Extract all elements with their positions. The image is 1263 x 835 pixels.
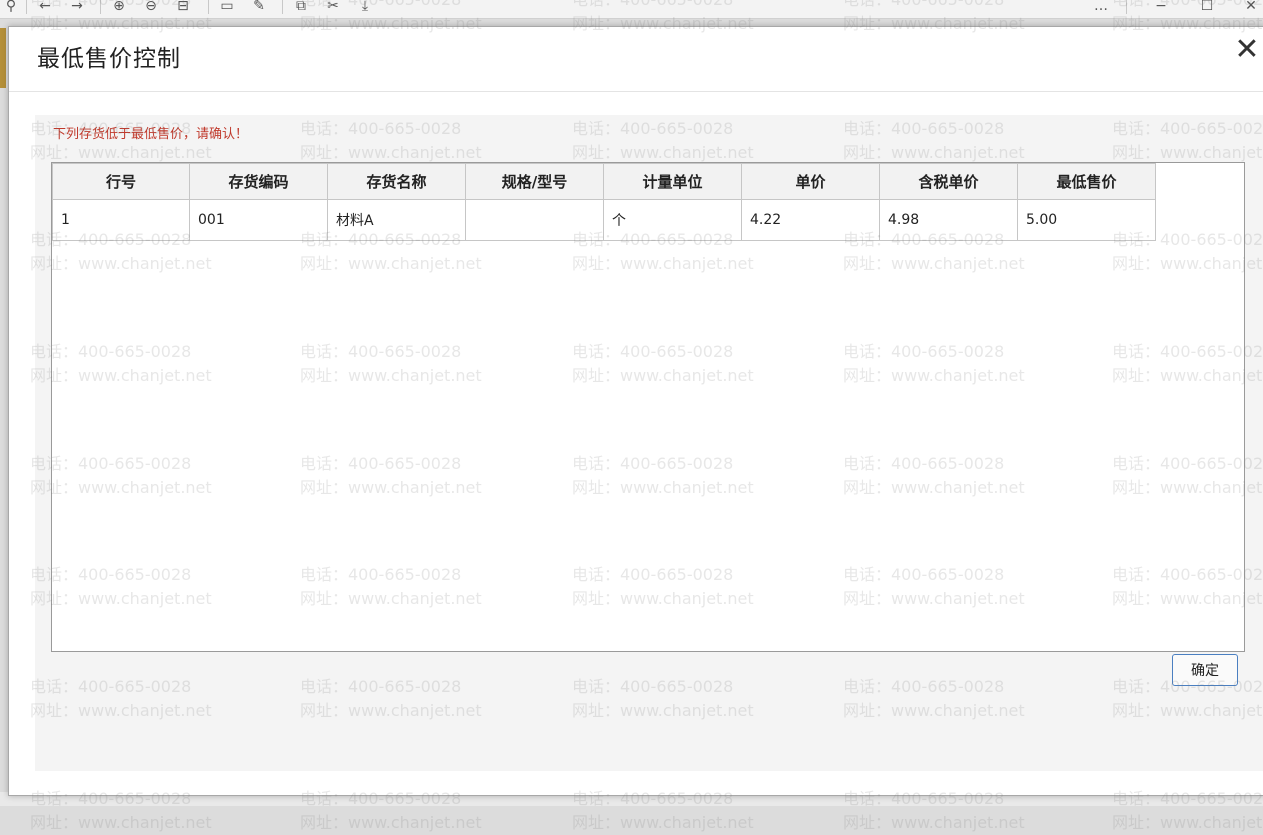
column-header-item-code[interactable]: 存货编码: [189, 163, 328, 200]
toolbar-separator: [208, 0, 209, 14]
cell-item-code: 001: [189, 199, 328, 241]
dialog-title: 最低售价控制: [37, 46, 181, 72]
dialog-body: 下列存货低于最低售价，请确认！ 行号 存货编码 存货名称 规格/型号 计量单位 …: [35, 115, 1263, 771]
inventory-grid-panel: 行号 存货编码 存货名称 规格/型号 计量单位 单价 含税单价 最低售价 1 0…: [51, 162, 1245, 652]
frame-icon[interactable]: ▭: [216, 0, 238, 16]
window-close-icon[interactable]: ✕: [1240, 0, 1262, 16]
more-icon[interactable]: …: [1090, 0, 1112, 16]
table-row[interactable]: 1 001 材料A 个 4.22 4.98 5.00: [52, 199, 1156, 241]
cell-unit: 个: [603, 199, 742, 241]
column-header-min-price[interactable]: 最低售价: [1017, 163, 1156, 200]
column-header-spec[interactable]: 规格/型号: [465, 163, 604, 200]
back-arrow-icon[interactable]: ←: [34, 0, 56, 16]
table-header-row: 行号 存货编码 存货名称 规格/型号 计量单位 单价 含税单价 最低售价: [52, 163, 1156, 200]
forward-arrow-icon[interactable]: →: [66, 0, 88, 16]
maximize-icon[interactable]: ☐: [1196, 0, 1218, 16]
minimize-icon[interactable]: −: [1150, 0, 1172, 16]
toolbar-separator: [26, 0, 27, 14]
close-icon[interactable]: ✕: [1232, 33, 1262, 67]
cell-tax-price: 4.98: [879, 199, 1018, 241]
background-page-edge: [0, 28, 6, 88]
viewer-toolbar: ⚲ ← → ⊕ ⊖ ⊟ ▭ ✎ ⧉ ✂ ⤓ … − ☐ ✕: [0, 0, 1263, 19]
toolbar-separator: [1126, 0, 1127, 14]
column-header-unit[interactable]: 计量单位: [603, 163, 742, 200]
column-header-item-name[interactable]: 存货名称: [327, 163, 466, 200]
fit-page-icon[interactable]: ⊟: [172, 0, 194, 16]
zoom-out-icon[interactable]: ⊖: [140, 0, 162, 16]
cell-row-number: 1: [52, 199, 190, 241]
inventory-table: 行号 存货编码 存货名称 规格/型号 计量单位 单价 含税单价 最低售价 1 0…: [52, 163, 1156, 241]
toolbar-separator: [100, 0, 101, 14]
pin-icon[interactable]: ⚲: [0, 0, 22, 16]
zoom-in-icon[interactable]: ⊕: [108, 0, 130, 16]
title-divider: [9, 91, 1263, 92]
edit-icon[interactable]: ✎: [248, 0, 270, 16]
column-header-row-number[interactable]: 行号: [52, 163, 190, 200]
cell-min-price: 5.00: [1017, 199, 1156, 241]
cell-unit-price: 4.22: [741, 199, 880, 241]
scissors-icon[interactable]: ✂: [322, 0, 344, 16]
cell-item-name: 材料A: [327, 199, 466, 241]
min-price-dialog: 最低售价控制 ✕ 下列存货低于最低售价，请确认！ 行号 存货编码 存货名称 规格…: [8, 26, 1263, 796]
warning-message: 下列存货低于最低售价，请确认！: [53, 127, 249, 142]
copy-icon[interactable]: ⧉: [290, 0, 312, 16]
confirm-button[interactable]: 确定: [1172, 654, 1238, 686]
column-header-tax-price[interactable]: 含税单价: [879, 163, 1018, 200]
cell-spec: [465, 199, 604, 241]
download-icon[interactable]: ⤓: [354, 0, 376, 16]
column-header-unit-price[interactable]: 单价: [741, 163, 880, 200]
toolbar-separator: [282, 0, 283, 14]
